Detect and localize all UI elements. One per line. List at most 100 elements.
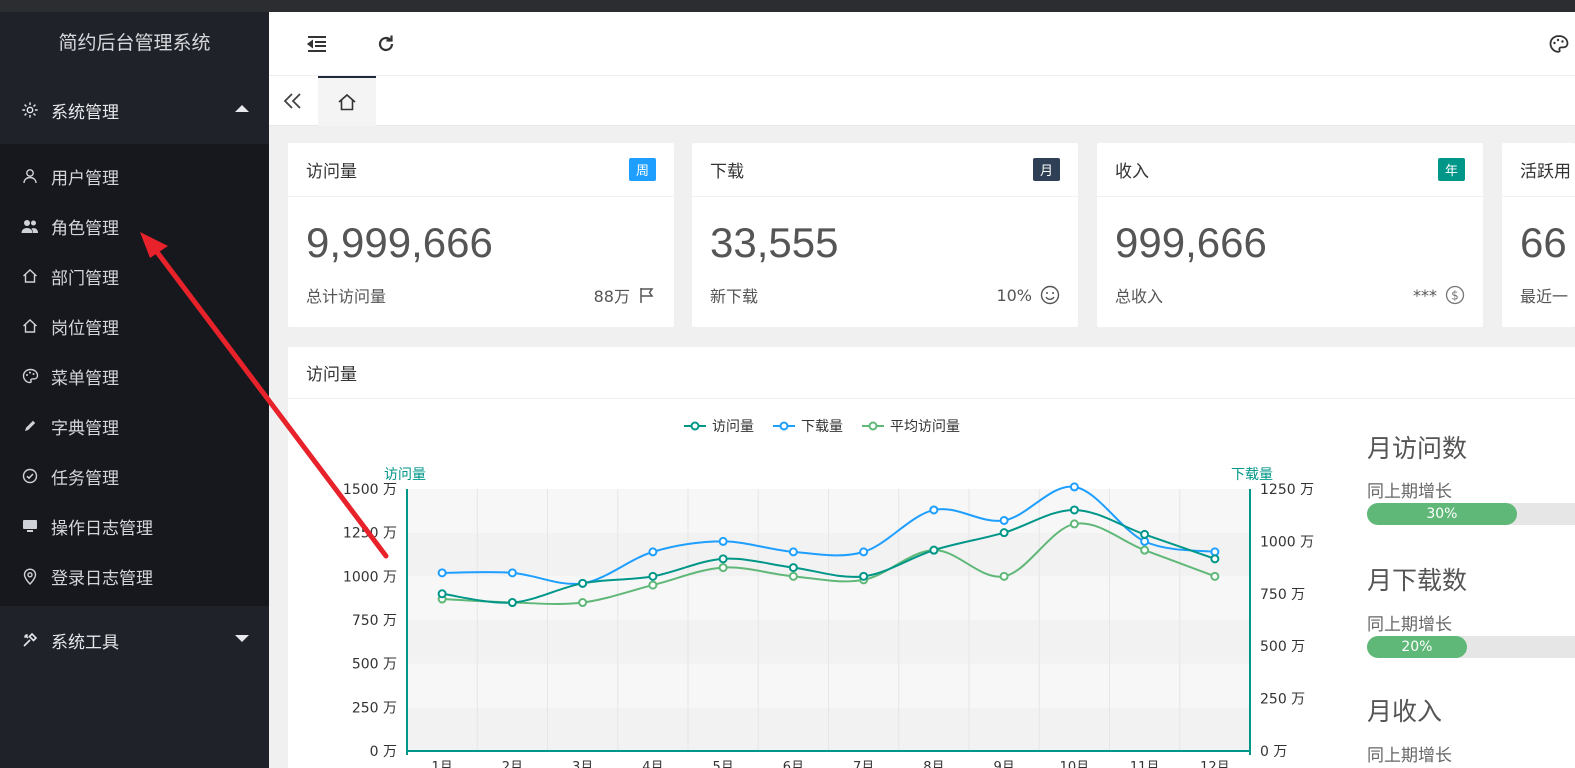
data-point — [437, 568, 447, 578]
top-header — [269, 12, 1575, 76]
sidebar-item-user[interactable]: 用户管理 — [0, 151, 269, 201]
refresh-button[interactable] — [374, 32, 398, 56]
legend-label: 访问量 — [712, 419, 754, 435]
data-point — [1210, 554, 1220, 564]
stat-card-active-users: 活跃用 66 最近一 — [1502, 143, 1575, 327]
y-axis-title-left: 访问量 — [384, 467, 426, 483]
sidebar-item-post[interactable]: 岗位管理 — [0, 301, 269, 351]
tab-home[interactable] — [318, 76, 376, 126]
y-tick-label-left: 0 万 — [370, 744, 397, 760]
period-badge: 周 — [628, 158, 656, 181]
x-tick-label: 1月 — [431, 760, 452, 768]
caret-down-icon — [235, 635, 249, 642]
dollar-icon: $ — [1445, 285, 1465, 305]
monthly-visits-title: 月访问数 — [1367, 434, 1468, 463]
card-title: 下载 — [710, 162, 744, 182]
sidebar-item-label: 角色管理 — [51, 218, 119, 239]
data-point — [507, 598, 517, 608]
stat-card-income: 收入 年 999,666 总收入 *** $ — [1097, 143, 1483, 327]
data-point — [859, 571, 869, 581]
progress-bar: 30% — [1367, 503, 1575, 525]
sidebar-item-oplog[interactable]: 操作日志管理 — [0, 501, 269, 551]
data-point — [1210, 547, 1220, 557]
progress-bar: 20% — [1367, 636, 1575, 658]
sidebar-item-loginlog[interactable]: 登录日志管理 — [0, 551, 269, 601]
data-point — [929, 505, 939, 515]
data-point — [1069, 505, 1079, 515]
x-tick-label: 6月 — [783, 760, 804, 768]
x-tick-label: 12月 — [1200, 760, 1230, 768]
menu-group-tools[interactable]: 系统工具 — [0, 606, 269, 674]
card-label: 最近一 — [1520, 287, 1569, 306]
x-tick-label: 3月 — [572, 760, 593, 768]
monthly-downloads-title: 月下载数 — [1367, 566, 1468, 595]
flag-icon — [640, 288, 654, 303]
x-tick-label: 9月 — [993, 760, 1014, 768]
smile-icon — [1040, 285, 1060, 305]
legend-marker — [690, 421, 700, 431]
users-icon — [20, 216, 40, 236]
sidebar-item-label: 菜单管理 — [51, 368, 119, 389]
growth-label: 同上期增长 — [1367, 615, 1452, 635]
sidebar-item-label: 登录日志管理 — [51, 568, 153, 589]
card-extra: 10% — [996, 285, 1032, 305]
y-tick-label-left: 1500 万 — [343, 482, 397, 498]
period-badge: 年 — [1437, 158, 1465, 181]
submenu-system: 用户管理 角色管理 部门管理 岗位管理 菜单管理 字典管理 任务管理 操作日志管… — [0, 144, 269, 606]
theme-button[interactable] — [1547, 32, 1571, 56]
browser-toolbar — [0, 0, 1575, 12]
legend-label: 下载量 — [801, 419, 843, 435]
data-point — [507, 568, 517, 578]
sidebar-item-label: 岗位管理 — [51, 318, 119, 339]
data-point — [788, 571, 798, 581]
sidebar-item-label: 字典管理 — [51, 418, 119, 439]
card-value: 9,999,666 — [306, 219, 493, 266]
sidebar-item-role[interactable]: 角色管理 — [0, 201, 269, 251]
sidebar-item-task[interactable]: 任务管理 — [0, 451, 269, 501]
data-point — [648, 580, 658, 590]
y-tick-label-right: 1250 万 — [1260, 482, 1314, 498]
y-tick-label-right: 500 万 — [1260, 639, 1305, 655]
y-tick-label-left: 1000 万 — [343, 569, 397, 585]
sidebar-item-menu[interactable]: 菜单管理 — [0, 351, 269, 401]
menu-fold-button[interactable] — [305, 32, 329, 56]
x-tick-label: 11月 — [1130, 760, 1160, 768]
card-value: 33,555 — [710, 219, 839, 266]
sidebar: 简约后台管理系统 系统管理 用户管理 角色管理 部门管理 岗位管理 菜单管理 字… — [0, 12, 269, 768]
legend-marker — [868, 421, 878, 431]
card-value: 66 — [1520, 219, 1567, 266]
svg-text:$: $ — [1451, 289, 1459, 303]
data-point — [1140, 536, 1150, 546]
data-point — [718, 554, 728, 564]
data-point — [1140, 545, 1150, 555]
tab-scroll-left-button[interactable] — [279, 87, 307, 115]
sidebar-item-dict[interactable]: 字典管理 — [0, 401, 269, 451]
panel-title: 访问量 — [288, 347, 1575, 399]
data-point — [648, 571, 658, 581]
y-tick-label-left: 750 万 — [352, 613, 397, 629]
sidebar-item-dept[interactable]: 部门管理 — [0, 251, 269, 301]
x-tick-label: 2月 — [502, 760, 523, 768]
data-point — [1069, 519, 1079, 529]
card-title: 收入 — [1115, 162, 1149, 182]
menu-group-system[interactable]: 系统管理 — [0, 76, 269, 144]
data-point — [1210, 571, 1220, 581]
menu-group-label: 系统工具 — [51, 632, 119, 653]
home-icon — [20, 266, 40, 286]
home-icon — [20, 316, 40, 336]
sidebar-item-label: 用户管理 — [51, 168, 119, 189]
x-tick-label: 4月 — [642, 760, 663, 768]
progress-fill: 20% — [1367, 636, 1467, 658]
sidebar-item-label: 操作日志管理 — [51, 518, 153, 539]
data-point — [578, 578, 588, 588]
data-point — [1140, 529, 1150, 539]
data-point — [648, 547, 658, 557]
tabs-bar — [269, 76, 1575, 126]
data-point — [999, 571, 1009, 581]
growth-label: 同上期增长 — [1367, 746, 1452, 766]
x-tick-label: 7月 — [853, 760, 874, 768]
data-point — [1069, 482, 1079, 492]
pencil-icon — [20, 416, 40, 436]
card-label: 总收入 — [1115, 287, 1164, 306]
x-tick-label: 8月 — [923, 760, 944, 768]
